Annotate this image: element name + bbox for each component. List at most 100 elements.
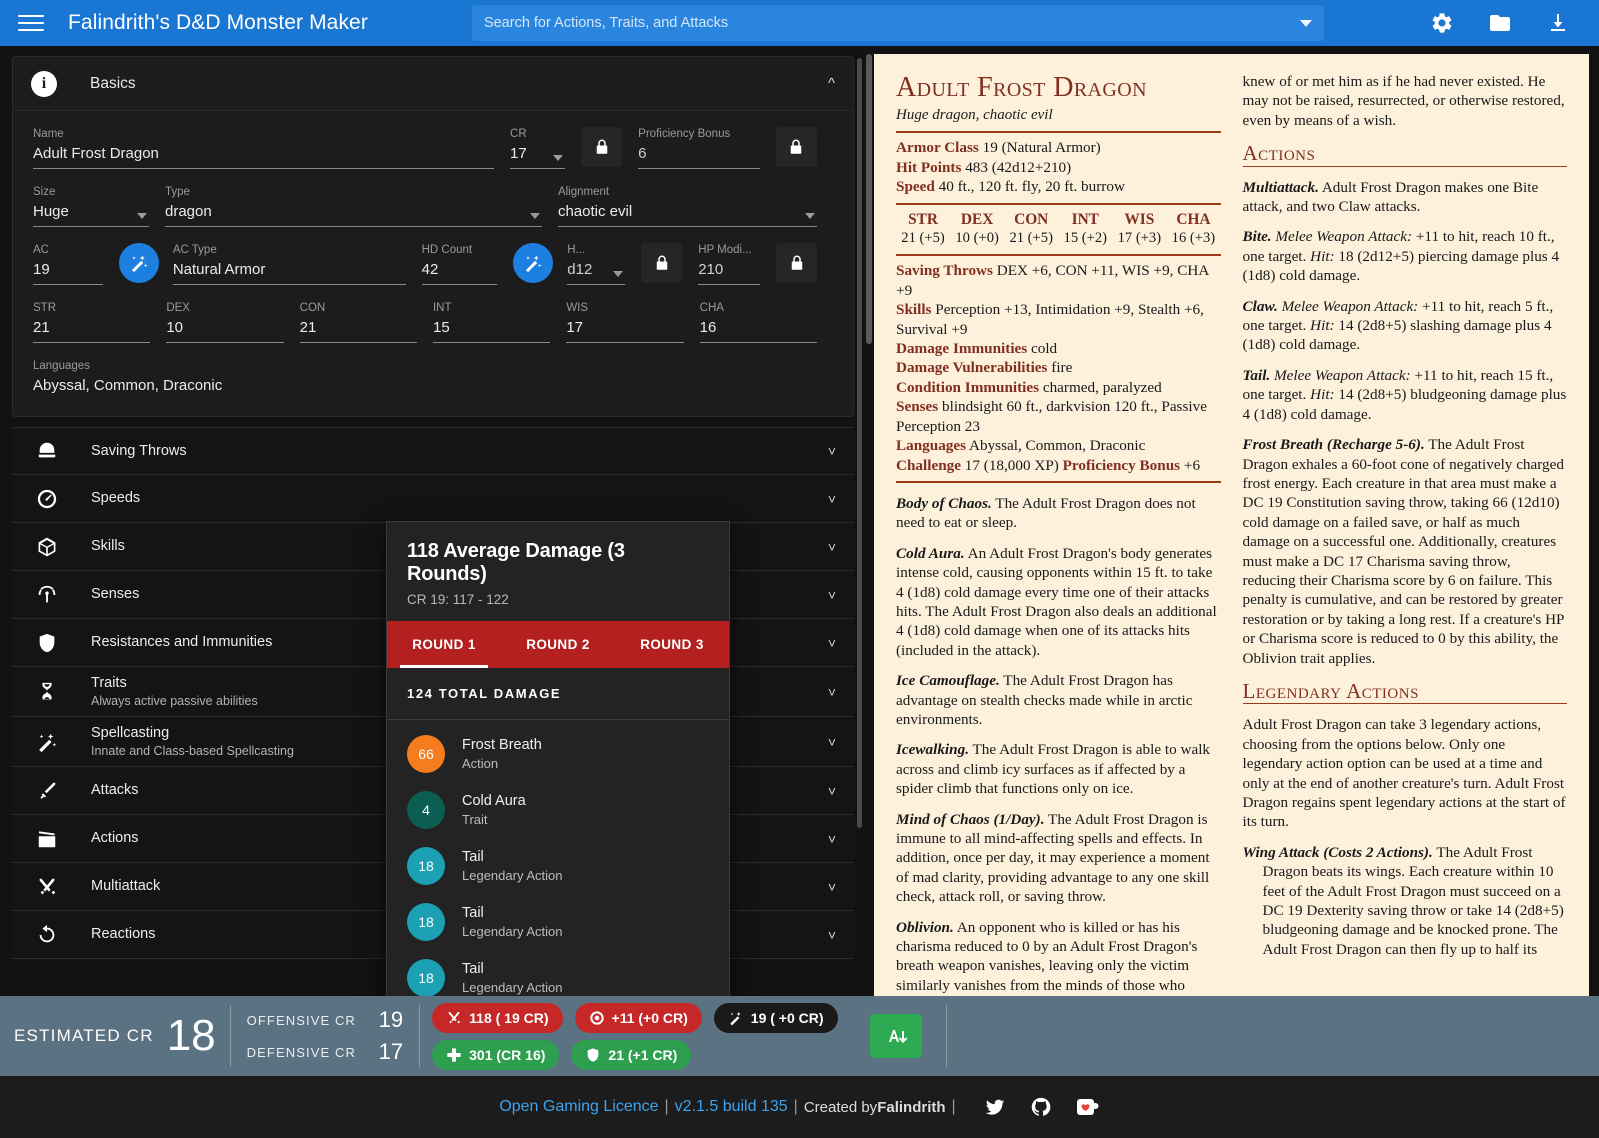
hp-magic-wand-icon[interactable] [513, 243, 554, 283]
search-dropdown-chevron-down-icon[interactable] [1299, 19, 1312, 27]
save-dc-pill[interactable]: 19 ( +0 CR) [713, 1002, 838, 1033]
languages-value: Abyssal, Common, Draconic [969, 437, 1146, 455]
proficiency-bonus-field[interactable]: Proficiency Bonus 6 [638, 127, 760, 169]
separator: | [793, 1098, 798, 1115]
name-value: Adult Frost Dragon [33, 145, 159, 162]
open-gaming-licence-link[interactable]: Open Gaming Licence [499, 1098, 658, 1116]
type-field[interactable]: Type dragon [164, 185, 542, 227]
statblock-scrollbar[interactable] [866, 54, 872, 344]
damage-pill[interactable]: 118 ( 19 CR) [432, 1002, 563, 1033]
chevron-down-icon[interactable]: ˅ [828, 443, 836, 459]
hit-label: Hit: [1310, 317, 1335, 335]
wis-field[interactable]: WIS 17 [566, 301, 684, 343]
ac-type-field[interactable]: AC Type Natural Armor [172, 243, 406, 285]
menu-hamburger-icon[interactable] [14, 6, 48, 40]
con-field[interactable]: CON 21 [299, 301, 417, 343]
chevron-down-icon[interactable]: ˅ [828, 783, 836, 799]
hit-points-pill[interactable]: 301 (CR 16) [432, 1039, 560, 1070]
list-item[interactable]: 18 Tail Legendary Action [387, 950, 729, 996]
list-item[interactable]: 4 Cold Aura Trait [387, 782, 729, 838]
sidebar-item-saving-throws[interactable]: Saving Throws ˅ [12, 427, 854, 475]
chevron-down-icon[interactable]: ˅ [828, 927, 836, 943]
version-link[interactable]: v2.1.5 build 135 [675, 1098, 788, 1116]
chevron-down-icon[interactable]: ˅ [828, 587, 836, 603]
alignment-chevron-down-icon[interactable] [805, 213, 815, 219]
tab-round-3[interactable]: ROUND 3 [615, 621, 729, 668]
gear-icon[interactable] [1429, 10, 1455, 36]
armor-class-pill[interactable]: 21 (+1 CR) [571, 1039, 692, 1070]
chevron-down-icon[interactable]: ˅ [828, 684, 836, 700]
trait-name: Cold Aura. [896, 544, 965, 562]
search-bar[interactable] [471, 5, 1324, 41]
dex-field[interactable]: DEX 10 [166, 301, 284, 343]
ac-magic-wand-icon[interactable] [118, 243, 159, 283]
statblock-pane: Adult Frost Dragon Huge dragon, chaotic … [866, 46, 1599, 996]
info-icon: i [31, 70, 57, 97]
created-by-label: Created by [803, 1098, 878, 1116]
divider [896, 254, 1221, 257]
hd-type-chevron-down-icon[interactable] [613, 271, 624, 277]
separator: | [664, 1098, 669, 1115]
list-item[interactable]: 18 Tail Legendary Action [387, 838, 729, 894]
chevron-down-icon[interactable]: ˅ [828, 879, 836, 895]
sidebar-item-label: Speeds [91, 490, 141, 506]
cr-lock-icon[interactable] [580, 127, 623, 167]
size-label: Size [33, 186, 56, 198]
action-entry: Multiattack. Adult Frost Dragon makes on… [1243, 178, 1568, 217]
int-field[interactable]: INT 15 [432, 301, 551, 343]
helmet-icon [30, 440, 64, 462]
chevron-down-icon[interactable]: ˅ [828, 539, 836, 555]
basics-header[interactable]: i Basics ^ [13, 57, 853, 111]
shield-icon [588, 1047, 599, 1062]
damage-item-type: Action [462, 756, 499, 771]
size-field[interactable]: Size Huge [33, 185, 149, 227]
search-input[interactable] [483, 15, 1300, 31]
hp-modifier-lock-icon[interactable] [776, 243, 817, 283]
chevron-down-icon[interactable]: ˅ [828, 635, 836, 651]
tab-round-1[interactable]: ROUND 1 [387, 621, 501, 668]
list-item[interactable]: 18 Tail Legendary Action [387, 894, 729, 950]
chevron-down-icon[interactable]: ˅ [828, 491, 836, 507]
hd-count-field[interactable]: HD Count 42 [421, 243, 498, 285]
footer-social-icons [982, 1094, 1100, 1120]
hp-modifier-field[interactable]: HP Modi... 210 [698, 243, 761, 285]
type-chevron-down-icon[interactable] [529, 213, 540, 219]
attack-bonus-pill[interactable]: +11 (+0 CR) [574, 1002, 702, 1033]
ac-field[interactable]: AC 19 [33, 243, 103, 285]
editor-scrollbar[interactable] [857, 58, 862, 828]
kofi-icon[interactable] [1074, 1094, 1100, 1120]
str-field[interactable]: STR 21 [33, 301, 151, 343]
cha-field[interactable]: CHA 16 [699, 301, 817, 343]
list-item[interactable]: 66 Frost Breath Action [387, 726, 729, 782]
hd-lock-icon[interactable] [641, 243, 683, 283]
defensive-cr-label: Defensive CR [246, 1044, 356, 1060]
auto-adjust-icon[interactable] [869, 1014, 922, 1058]
cr-field[interactable]: CR 17 [510, 127, 565, 169]
languages-field[interactable]: Languages Abyssal, Common, Draconic [33, 359, 817, 400]
download-icon[interactable] [1545, 10, 1571, 36]
alignment-field[interactable]: Alignment chaotic evil [557, 185, 817, 227]
ability-int: INT 15 (+2) [1058, 210, 1112, 249]
statblock-damage-vulnerabilities: Damage Vulnerabilities fire [896, 358, 1221, 377]
chevron-up-icon[interactable]: ^ [828, 75, 835, 92]
folder-open-icon[interactable] [1487, 10, 1513, 36]
github-icon[interactable] [1028, 1094, 1054, 1120]
twitter-icon[interactable] [982, 1094, 1008, 1120]
size-chevron-down-icon[interactable] [136, 213, 147, 219]
chevron-down-icon[interactable]: ˅ [828, 831, 836, 847]
tab-round-2[interactable]: ROUND 2 [501, 621, 615, 668]
hd-type-field[interactable]: H... d12 [567, 243, 626, 285]
cr-label: CR [510, 128, 527, 140]
cr-chevron-down-icon[interactable] [552, 155, 563, 161]
attack-bonus-pill-text: +11 (+0 CR) [611, 1009, 688, 1026]
proficiency-bonus-lock-icon[interactable] [775, 127, 818, 167]
damage-item-name: Frost Breath [462, 737, 542, 753]
sidebar-item-speeds[interactable]: Speeds ˅ [12, 475, 854, 523]
statblock-hit-points: Hit Points 483 (42d12+210) [896, 158, 1221, 177]
damage-value-bubble: 18 [407, 959, 445, 996]
trait-entry: Mind of Chaos (1/Day). The Adult Frost D… [896, 810, 1221, 907]
name-field[interactable]: Name Adult Frost Dragon [33, 127, 495, 169]
size-value: Huge [33, 203, 69, 220]
chevron-down-icon[interactable]: ˅ [828, 734, 836, 750]
trait-entry: Body of Chaos. The Adult Frost Dragon do… [896, 494, 1221, 533]
